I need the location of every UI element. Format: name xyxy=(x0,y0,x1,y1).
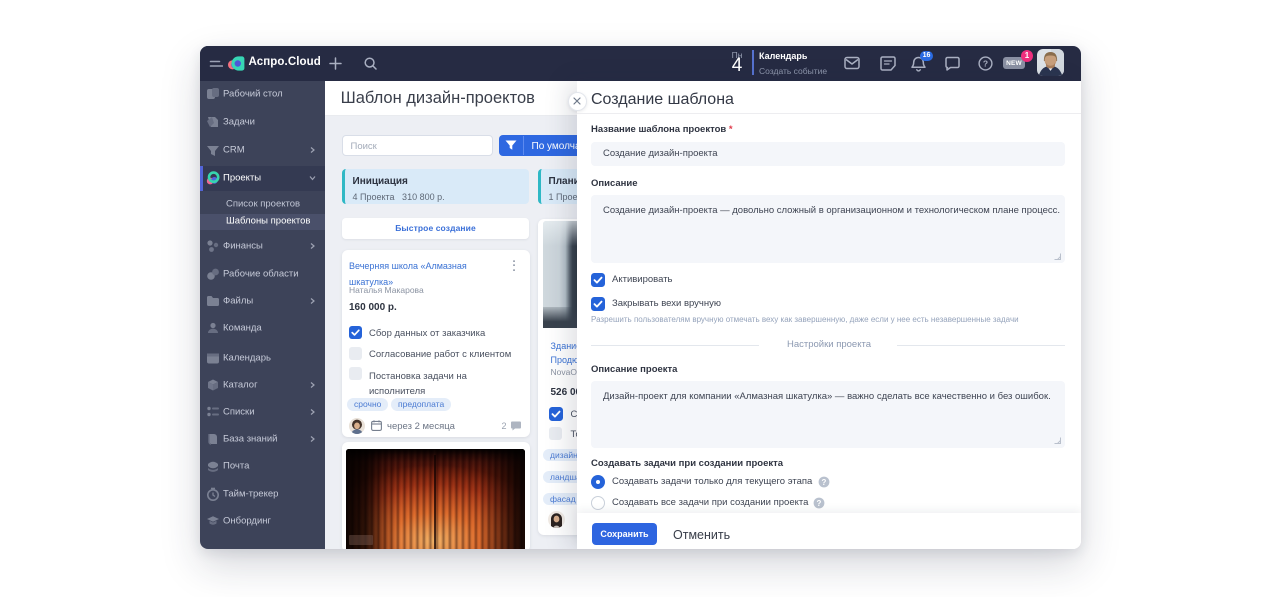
svg-text:?: ? xyxy=(817,499,822,508)
svg-text:?: ? xyxy=(822,478,827,487)
svg-text:?: ? xyxy=(983,59,988,69)
